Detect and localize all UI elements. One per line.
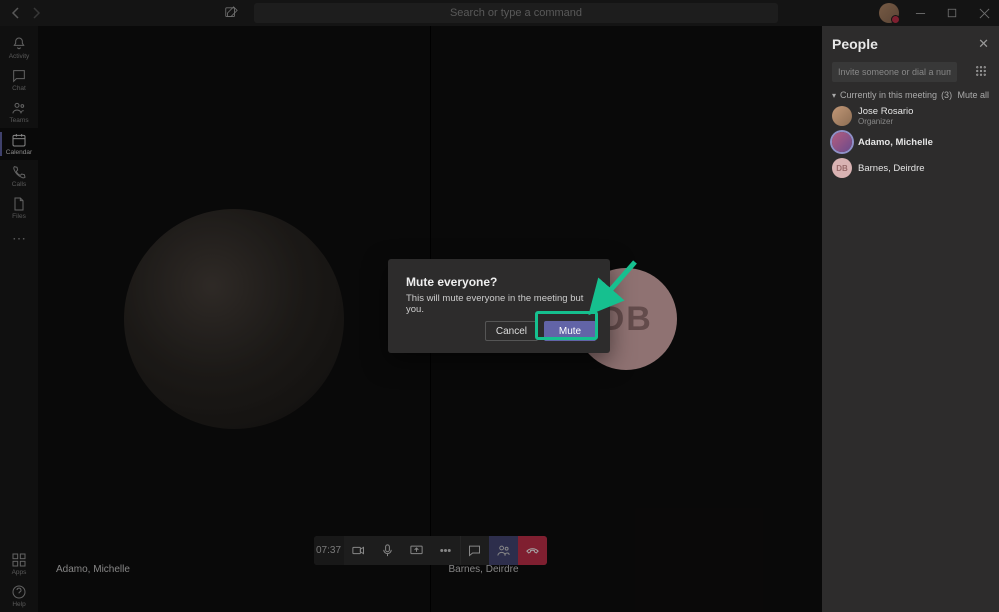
rail-label: Help (12, 601, 25, 608)
rail-apps[interactable]: Apps (0, 548, 38, 580)
video-tile: Adamo, Michelle (38, 26, 430, 612)
rail-chat[interactable]: Chat (0, 64, 38, 96)
rail-calendar[interactable]: Calendar (0, 128, 38, 160)
window-maximize-icon[interactable] (941, 2, 963, 24)
section-count: (3) (941, 90, 952, 100)
participant-name: Barnes, Deirdre (449, 564, 519, 575)
participant-video (124, 209, 344, 429)
share-screen-button[interactable] (402, 536, 431, 565)
toggle-chat-button[interactable] (460, 536, 489, 565)
share-icon (409, 543, 424, 558)
mute-button[interactable]: Mute (544, 321, 596, 341)
chat-icon (11, 68, 27, 84)
avatar (832, 132, 852, 152)
rail-label: Calendar (6, 149, 32, 156)
participants-section-header[interactable]: ▾ Currently in this meeting (3) Mute all (832, 90, 989, 100)
dialog-body: This will mute everyone in the meeting b… (406, 293, 594, 315)
current-user-avatar[interactable] (879, 3, 899, 23)
participant-name: Jose Rosario (858, 106, 913, 117)
app-rail: Activity Chat Teams Calendar Calls Files… (0, 26, 38, 612)
toggle-mic-button[interactable] (373, 536, 402, 565)
dialog-title: Mute everyone? (406, 275, 594, 289)
calendar-icon (11, 132, 27, 148)
people-icon (496, 543, 511, 558)
search-box[interactable] (254, 3, 778, 23)
rail-calls[interactable]: Calls (0, 160, 38, 192)
nav-forward-icon[interactable] (28, 5, 44, 21)
participant-name: Adamo, Michelle (858, 137, 933, 148)
chevron-down-icon: ▾ (832, 91, 836, 100)
avatar: DB (832, 158, 852, 178)
hangup-icon (525, 543, 540, 558)
toggle-camera-button[interactable] (344, 536, 373, 565)
rail-more-icon[interactable]: ⋯ (12, 224, 26, 252)
apps-icon (11, 552, 27, 568)
window-minimize-icon[interactable] (909, 2, 931, 24)
nav-back-icon[interactable] (8, 5, 24, 21)
toggle-people-button[interactable] (489, 536, 518, 565)
bell-icon (11, 36, 27, 52)
participant-row[interactable]: Jose Rosario Organizer (832, 106, 989, 126)
phone-icon (11, 164, 27, 180)
participant-name: Barnes, Deirdre (858, 163, 925, 174)
call-timer: 07:37 (314, 536, 344, 565)
hang-up-button[interactable] (518, 536, 547, 565)
participant-row[interactable]: DB Barnes, Deirdre (832, 158, 989, 178)
search-input[interactable] (262, 7, 770, 19)
mute-all-button[interactable]: Mute all (957, 90, 989, 100)
help-icon (11, 584, 27, 600)
rail-label: Files (12, 213, 26, 220)
microphone-icon (380, 543, 395, 558)
people-panel: People ✕ ▾ Currently in this meeting (3)… (822, 26, 999, 612)
window-close-icon[interactable] (973, 2, 995, 24)
more-actions-button[interactable] (431, 536, 460, 565)
compose-icon[interactable] (220, 2, 242, 24)
files-icon (11, 196, 27, 212)
teams-icon (11, 100, 27, 116)
avatar (832, 106, 852, 126)
participant-role: Organizer (858, 117, 913, 126)
call-controls-bar: 07:37 (38, 536, 822, 565)
chat-icon (467, 543, 482, 558)
participant-row[interactable]: Adamo, Michelle (832, 132, 989, 152)
rail-label: Teams (9, 117, 28, 124)
people-panel-title: People (832, 36, 989, 52)
mute-everyone-dialog: Mute everyone? This will mute everyone i… (388, 259, 610, 353)
rail-activity[interactable]: Activity (0, 32, 38, 64)
rail-label: Chat (12, 85, 26, 92)
rail-label: Activity (9, 53, 30, 60)
rail-label: Calls (12, 181, 26, 188)
rail-teams[interactable]: Teams (0, 96, 38, 128)
cancel-button[interactable]: Cancel (485, 321, 538, 341)
participant-name: Adamo, Michelle (56, 564, 130, 575)
rail-files[interactable]: Files (0, 192, 38, 224)
title-bar (0, 0, 999, 26)
more-icon (438, 543, 453, 558)
section-label: Currently in this meeting (840, 90, 937, 100)
camera-icon (351, 543, 366, 558)
rail-help[interactable]: Help (0, 580, 38, 612)
rail-label: Apps (12, 569, 27, 576)
invite-input[interactable] (832, 62, 957, 82)
dialpad-icon[interactable] (975, 64, 987, 82)
close-panel-icon[interactable]: ✕ (978, 36, 989, 52)
